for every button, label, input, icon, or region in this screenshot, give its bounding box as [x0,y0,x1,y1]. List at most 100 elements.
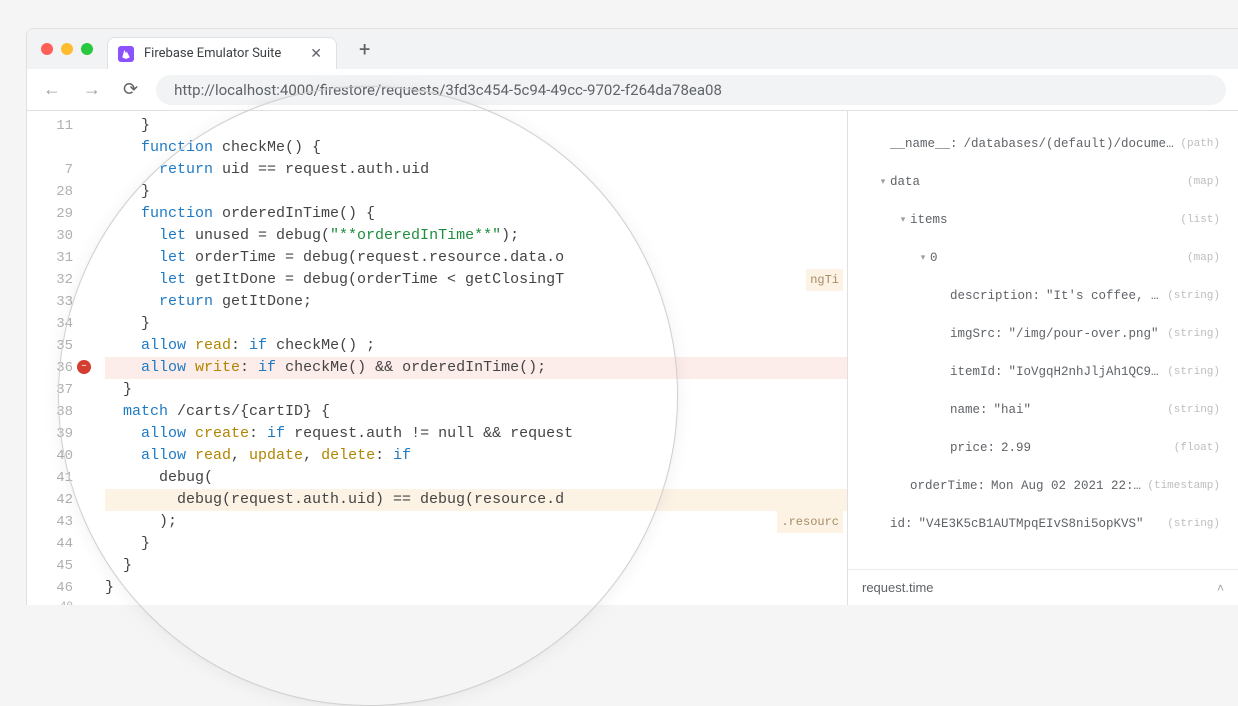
truncation-annotation: ngTi [806,269,843,291]
line-number: 38 [27,401,73,423]
inspector-row[interactable]: ▾0(map) [848,243,1228,273]
code-line: debug( [105,467,847,489]
firebase-favicon-icon [118,46,134,62]
inspector-row: imgSrc: "/img/pour-over.png"(string) [848,319,1228,349]
code-line: return getItDone; [105,291,847,313]
line-number: 46 [27,577,73,599]
line-number: 33 [27,291,73,313]
code-line: let orderTime = debug(request.resource.d… [105,247,847,269]
line-number: 32 [27,269,73,291]
window-traffic-lights [35,43,101,55]
request-inspector: __name__: /databases/(default)/documents/… [848,111,1238,605]
inspector-type: (string) [1161,325,1220,343]
line-number: 28 [27,181,73,203]
code-line: debug(request.auth.uid) == debug(resourc… [105,489,847,511]
inspector-row[interactable]: ▾data(map) [848,167,1228,197]
code-line: } [105,115,847,137]
code-line: let getItDone = debug(orderTime < getClo… [105,269,847,291]
inspector-row: id: "V4E3K5cB1AUTMpqEIvS8ni5opKVS"(string… [848,509,1228,539]
inspector-tree[interactable]: __name__: /databases/(default)/documents/… [848,111,1238,569]
inspector-key: __name__: [890,135,958,153]
code-line: } [105,577,847,599]
inspector-key: name: [950,401,988,419]
code-line: );.resourc [105,511,847,533]
new-tab-button[interactable]: + [351,33,378,65]
inspector-row[interactable]: ▾items (list) [848,205,1228,235]
back-button[interactable]: ← [39,75,65,104]
inspector-key: imgSrc: [950,325,1003,343]
inspector-key: id: [890,515,913,533]
inspector-type: (float) [1168,439,1220,457]
inspector-type: (timestamp) [1141,477,1220,495]
code-line: allow read: if checkMe() ; [105,335,847,357]
inspector-section-request-time[interactable]: request.time ˄ [848,569,1238,605]
code-line: } [105,313,847,335]
close-tab-icon[interactable]: ✕ [310,46,322,62]
code-line: function checkMe() { [105,137,847,159]
inspector-type: (map) [1181,249,1220,267]
line-number: 29 [27,203,73,225]
line-number-gutter: 117282930313233343536–373839404142434445… [27,111,81,605]
inspector-type: (list) [1174,211,1220,229]
code-line: } [105,533,847,555]
code-line: let unused = debug("**orderedInTime**"); [105,225,847,247]
inspector-key: items [910,211,948,229]
minimize-window-icon[interactable] [61,43,73,55]
line-number: 43 [27,511,73,533]
chevron-up-icon: ˄ [1217,581,1224,595]
address-bar[interactable]: http://localhost:4000/firestore/requests… [156,75,1226,105]
forward-button[interactable]: → [79,75,105,104]
inspector-row: __name__: /databases/(default)/documents/… [848,129,1228,159]
browser-tab[interactable]: Firebase Emulator Suite ✕ [107,37,337,69]
line-number: 42 [27,489,73,511]
inspector-row: itemId:"IoVgqH2nhJljAh1QC9eD"(string) [848,357,1228,387]
line-number: 11 [27,115,73,137]
inspector-type: (string) [1161,287,1220,305]
inspector-value: "IoVgqH2nhJljAh1QC9eD" [1009,363,1162,381]
inspector-type: (path) [1174,135,1220,153]
inspector-key: data [890,173,920,191]
inspector-value: "hai" [994,401,1162,419]
line-number: 36– [27,357,73,379]
code-line: allow read, update, delete: if [105,445,847,467]
inspector-type: (map) [1181,173,1220,191]
inspector-key: description: [950,287,1040,305]
close-window-icon[interactable] [41,43,53,55]
line-number: 44 [27,533,73,555]
line-number: 41 [27,467,73,489]
line-number: 45 [27,555,73,577]
line-number: 39 [27,423,73,445]
code-line: allow write: if checkMe() && orderedInTi… [105,357,847,379]
maximize-window-icon[interactable] [81,43,93,55]
inspector-value: /databases/(default)/documents/orde… [964,135,1175,153]
line-number: 35 [27,335,73,357]
caret-down-icon: ▾ [896,211,910,229]
rules-editor: 117282930313233343536–373839404142434445… [27,111,848,605]
inspector-row: description:"It's coffee, but fanc…(stri… [848,281,1228,311]
url-bar: ← → ⟳ http://localhost:4000/firestore/re… [27,69,1238,111]
code-line: match /carts/{cartID} { [105,401,847,423]
inspector-value: "V4E3K5cB1AUTMpqEIvS8ni5opKVS" [919,515,1162,533]
code-line: function orderedInTime() { [105,203,847,225]
url-text: http://localhost:4000/firestore/requests… [174,81,722,99]
inspector-key: price: [950,439,995,457]
code-body[interactable]: } function checkMe() { return uid == req… [81,111,847,605]
line-number [27,137,73,159]
inspector-value: "/img/pour-over.png" [1009,325,1162,343]
code-line: } [105,379,847,401]
line-number: 7 [27,159,73,181]
inspector-type: (string) [1161,515,1220,533]
line-number: 31 [27,247,73,269]
code-line: } [105,181,847,203]
line-number: 34 [27,313,73,335]
code-line: return uid == request.auth.uid [105,159,847,181]
line-number: 40 [27,599,73,605]
line-number: 40 [27,445,73,467]
line-number: 30 [27,225,73,247]
inspector-key: orderTime: [910,477,985,495]
inspector-row: name:"hai"(string) [848,395,1228,425]
reload-button[interactable]: ⟳ [119,75,142,104]
inspector-key: itemId: [950,363,1003,381]
section-label: request.time [862,580,934,595]
inspector-value: 2.99 [1001,439,1168,457]
